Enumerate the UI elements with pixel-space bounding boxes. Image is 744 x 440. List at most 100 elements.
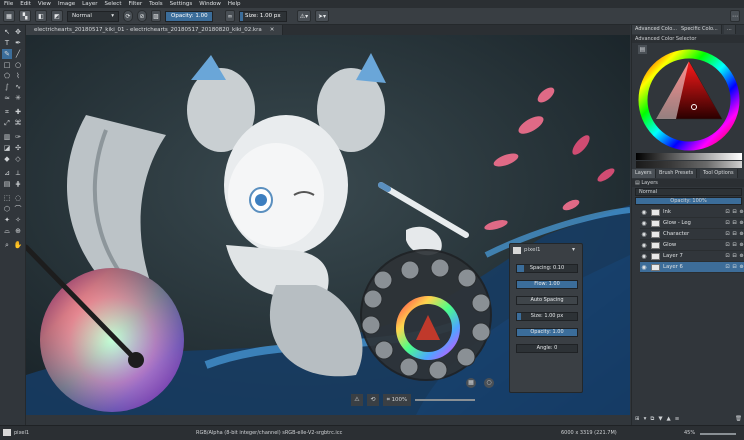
opacity-slider[interactable]: Opacity: 1.00 [165,10,213,22]
line-icon[interactable]: ╱ [13,49,23,59]
similar-select-icon[interactable]: ✧ [13,215,23,225]
eye-icon[interactable]: ◉ [640,253,648,260]
layer-blend-select[interactable]: Normal [635,188,742,196]
layer-properties-icon[interactable]: ≡ [675,416,680,424]
opacity-slider-popup[interactable]: Opacity: 1.00 [516,328,578,337]
alpha-lock-icon[interactable]: ⊟ [731,220,738,226]
inherit-alpha-icon[interactable]: ⊚ [738,264,744,270]
lock-icon[interactable]: ⊡ [724,242,731,248]
tab-layers[interactable]: Layers [632,169,656,178]
color-swap-icon[interactable]: ◩ [51,10,63,22]
tab-brush-presets[interactable]: Brush Presets [656,169,698,178]
tab-advanced-color[interactable]: Advanced Colo... [632,25,681,34]
lock-icon[interactable]: ⊡ [724,231,731,237]
angle-slider[interactable]: Angle: 0 [516,344,578,353]
assistant-icon[interactable]: ⊿ [2,168,12,178]
zoom-icon[interactable]: ⌕ [2,240,12,250]
move-down-icon[interactable]: ▼ [658,416,662,424]
magnetic-select-icon[interactable]: ⊕ [13,226,23,236]
edit-shapes-icon[interactable]: ✥ [13,27,23,37]
zoom-slider[interactable] [700,433,736,435]
status-zoom[interactable]: 45% [684,430,695,436]
close-icon[interactable]: ✕ [270,27,275,33]
bezier-select-icon[interactable]: ⌓ [2,226,12,236]
menu-filter[interactable]: Filter [128,1,142,7]
saturation-strip[interactable] [636,161,742,168]
transform-icon[interactable]: ⤢ [2,118,12,128]
menu-file[interactable]: File [4,1,13,7]
mirror-horizontal-icon[interactable]: ⚠▾ [297,10,311,22]
alpha-lock-icon[interactable]: ⊟ [731,253,738,259]
perspective-grid-icon[interactable]: ⋕ [13,179,23,189]
document-tab[interactable]: electrichearts_20180517_kiki_01 - electr… [26,25,284,35]
alpha-lock-icon[interactable]: ▨ [151,10,161,22]
color-wheel[interactable] [636,47,742,153]
clear-icon[interactable]: ○ [484,378,494,388]
status-color-space[interactable]: RGB/Alpha (8-bit integer/channel) sRGB-e… [196,430,342,436]
alpha-lock-icon[interactable]: ⊟ [731,264,738,270]
pan-icon[interactable]: ✋ [13,240,23,250]
enclose-fill-icon[interactable]: ◇ [13,154,23,164]
zoom-slider-track[interactable] [415,399,475,401]
menu-settings[interactable]: Settings [170,1,193,7]
erase-mode-icon[interactable]: ⊘ [137,10,147,22]
eye-icon[interactable]: ◉ [640,220,648,227]
layer-row[interactable]: ◉ Glow ⊡ ⊟ ⊚ [640,240,744,251]
move-up-icon[interactable]: ▲ [667,416,671,424]
outline-select-icon[interactable]: ⌒ [13,204,23,214]
alpha-lock-icon[interactable]: ⊟ [731,209,738,215]
smart-patch-icon[interactable]: ✣ [13,143,23,153]
lock-icon[interactable]: ⊡ [724,264,731,270]
bezier-icon[interactable]: ∫ [2,82,12,92]
tab-more[interactable]: ... [724,25,736,34]
freehand-brush-icon[interactable]: ✎ [2,49,12,59]
add-layer-chevron-icon[interactable]: ▾ [644,416,647,424]
contiguous-select-icon[interactable]: ✦ [2,215,12,225]
fill-icon[interactable]: ◆ [2,154,12,164]
menu-edit[interactable]: Edit [20,1,31,7]
rectangle-icon[interactable]: □ [2,60,12,70]
pin-icon[interactable]: ▾ [572,246,575,253]
calligraphy-icon[interactable]: ✒ [13,38,23,48]
lock-icon[interactable]: ⊡ [724,253,731,259]
grid-view-icon[interactable]: ▦ [466,378,476,388]
tab-tool-options[interactable]: Tool Options [700,169,738,178]
select-shapes-icon[interactable]: ↖ [2,27,12,37]
alpha-lock-icon[interactable]: ⊟ [731,242,738,248]
spacing-slider[interactable]: Spacing: 0.10 [516,264,578,273]
mirror-view-icon[interactable]: ⚠ [351,394,363,406]
multibrush-icon[interactable]: ✳ [13,93,23,103]
duplicate-layer-icon[interactable]: ⧉ [650,416,654,424]
chain-link-icon[interactable]: ∞ [225,10,235,22]
size-slider[interactable]: Size: 1.00 px [239,10,287,22]
menu-help[interactable]: Help [228,1,241,7]
freehand-path-icon[interactable]: ∿ [13,82,23,92]
eye-icon[interactable]: ◉ [640,264,648,271]
text-icon[interactable]: T [2,38,12,48]
polygon-select-icon[interactable]: ⬡ [2,204,12,214]
rect-select-icon[interactable]: ⬚ [2,193,12,203]
menu-select[interactable]: Select [105,1,122,7]
menu-tools[interactable]: Tools [149,1,163,7]
eye-icon[interactable]: ◉ [640,242,648,249]
inherit-alpha-icon[interactable]: ⊚ [738,220,744,226]
layer-row[interactable]: ◉ Ink ⊡ ⊟ ⊚ [640,207,744,218]
size-slider-popup[interactable]: Size: 1.00 px [516,312,578,321]
blend-mode-select[interactable]: Normal ▾ [67,10,119,22]
inherit-alpha-icon[interactable]: ⊚ [738,253,744,259]
gradient-icon[interactable]: ▥ [2,132,12,142]
menu-window[interactable]: Window [199,1,221,7]
move-icon[interactable]: ✚ [13,107,23,117]
delete-layer-icon[interactable]: 🗑 [735,416,742,424]
layer-row[interactable]: ◉ Layer 7 ⊡ ⊟ ⊚ [640,251,744,262]
inherit-alpha-icon[interactable]: ⊚ [738,231,744,237]
inherit-alpha-icon[interactable]: ⊚ [738,242,744,248]
layer-row[interactable]: ◉ Layer 6 ⊡ ⊟ ⊚ [640,262,744,273]
reload-preset-icon[interactable]: ⟳ [123,10,133,22]
rotate-view-icon[interactable]: ⟲ [367,394,379,406]
dynamic-brush-icon[interactable]: ≈ [2,93,12,103]
layer-row[interactable]: ◉ Character ⊡ ⊟ ⊚ [640,229,744,240]
menu-view[interactable]: View [38,1,51,7]
color-picker-icon[interactable]: ✑ [13,132,23,142]
menu-image[interactable]: Image [58,1,75,7]
